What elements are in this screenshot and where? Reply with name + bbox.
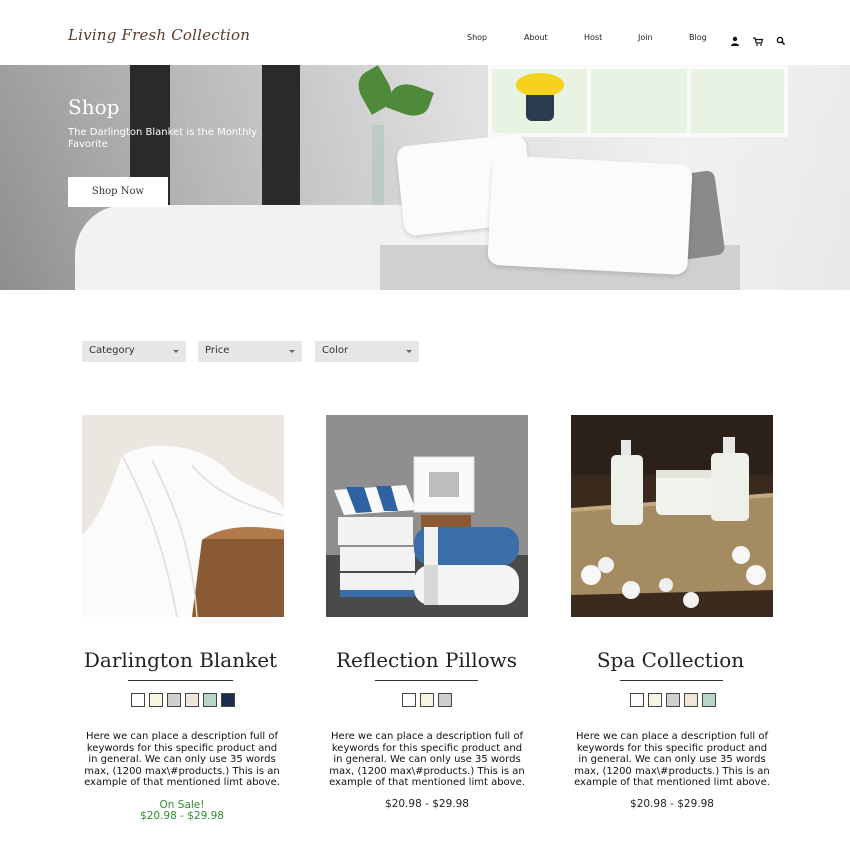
flower-pot [526,95,554,121]
color-swatches [630,693,716,707]
swatch-grey[interactable] [438,693,452,707]
swatch-cream[interactable] [149,693,163,707]
swatch-sage[interactable] [203,693,217,707]
yellow-flowers [516,73,564,97]
hero-subtitle: The Darlington Blanket is the Monthly Fa… [68,127,258,150]
site-header: Living Fresh Collection Shop About Host … [0,0,850,65]
swatch-blush[interactable] [684,693,698,707]
swatch-white[interactable] [131,693,145,707]
title-divider [128,680,233,681]
product-title[interactable]: Darlington Blanket [58,648,303,672]
color-dropdown[interactable]: Color [315,341,419,362]
product-description: Here we can place a description full of … [574,731,770,788]
swatch-white[interactable] [630,693,644,707]
hero-banner: Shop The Darlington Blanket is the Month… [0,65,850,290]
swatch-grey[interactable] [666,693,680,707]
nav-about[interactable]: About [524,33,548,42]
nav-shop[interactable]: Shop [467,33,487,42]
shop-now-button[interactable]: Shop Now [68,177,168,207]
swatch-sage[interactable] [702,693,716,707]
product-price: $20.98 - $29.98 [630,798,714,810]
color-dropdown-label: Color [322,345,349,356]
caret-down-icon [289,350,295,353]
hero-title: Shop [68,95,120,119]
swatch-cream[interactable] [648,693,662,707]
user-icon[interactable] [729,32,741,46]
color-swatches [402,693,452,707]
product-title[interactable]: Reflection Pillows [304,648,549,672]
white-pillow [487,154,693,276]
product-price: $20.98 - $29.98 [140,810,224,822]
price-dropdown[interactable]: Price [198,341,302,362]
caret-down-icon [173,350,179,353]
site-logo[interactable]: Living Fresh Collection [68,26,250,44]
product-price: $20.98 - $29.98 [385,798,469,810]
product-title[interactable]: Spa Collection [548,648,793,672]
price-dropdown-label: Price [205,345,230,356]
glass-vase [372,125,384,205]
category-dropdown[interactable]: Category [82,341,186,362]
title-divider [620,680,723,681]
nav-blog[interactable]: Blog [689,33,707,42]
nav-join[interactable]: Join [638,33,653,42]
product-description: Here we can place a description full of … [84,731,280,788]
nav-host[interactable]: Host [584,33,602,42]
swatch-grey[interactable] [167,693,181,707]
title-divider [375,680,478,681]
color-swatches [131,693,235,707]
caret-down-icon [406,350,412,353]
search-icon[interactable] [775,32,787,46]
product-image-pillows[interactable] [326,415,528,617]
swatch-blush[interactable] [185,693,199,707]
category-dropdown-label: Category [89,345,135,356]
product-image-spa[interactable] [571,415,773,617]
cart-icon[interactable] [752,32,764,46]
product-description: Here we can place a description full of … [329,731,525,788]
product-image-blanket[interactable] [82,415,284,617]
swatch-cream[interactable] [420,693,434,707]
swatch-navy[interactable] [221,693,235,707]
swatch-white[interactable] [402,693,416,707]
